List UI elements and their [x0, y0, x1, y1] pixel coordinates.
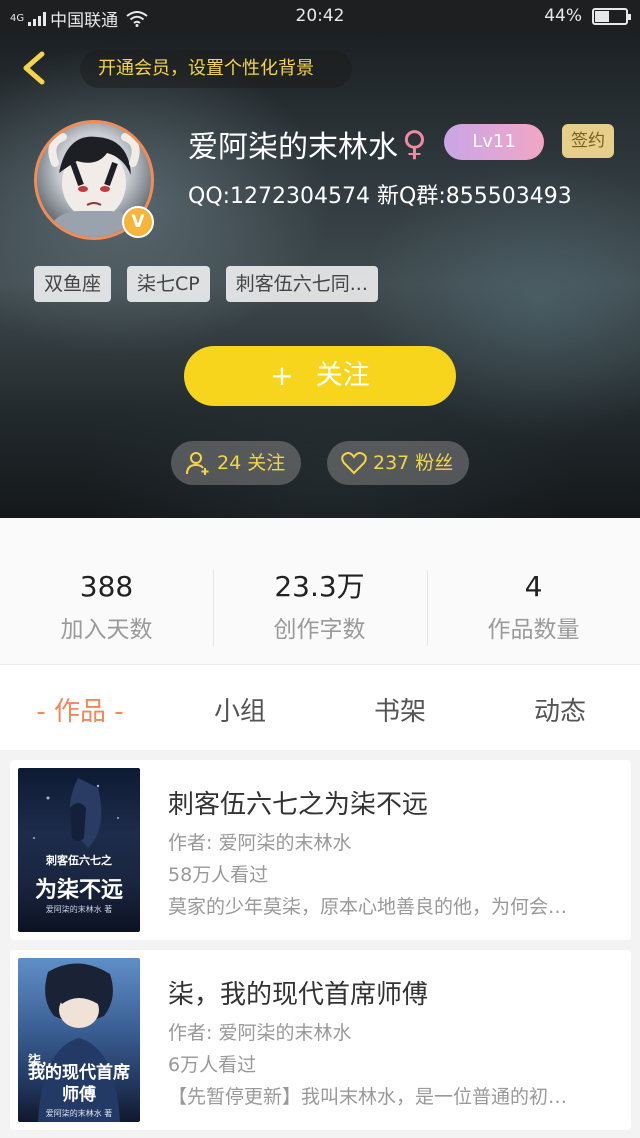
tab-groups[interactable]: 小组 — [160, 691, 320, 728]
following-count: 24 关注 — [217, 452, 286, 474]
battery-fill — [595, 10, 610, 22]
follow-label: 关注 — [315, 360, 370, 391]
cover-subtitle: 刺客伍六七之 — [46, 854, 112, 867]
following-button[interactable]: 24 关注 — [171, 441, 301, 485]
status-bar: 4G 中国联通 20:42 44% — [0, 0, 640, 32]
cover-title: 为柒不远 — [34, 877, 123, 903]
stat-label: 作品数量 — [487, 617, 580, 643]
tag-item[interactable]: 刺客伍六七同... — [225, 266, 378, 302]
user-add-icon — [186, 452, 209, 475]
stat-word-count: 23.3万 创作字数 — [213, 570, 426, 644]
fans-button[interactable]: 237 粉丝 — [327, 441, 469, 485]
book-card[interactable]: 柒， 我的现代首席师傅 爱阿柒的末林水 著 柒，我的现代首席师傅 作者: 爱阿柒… — [10, 950, 631, 1130]
qq-info: QQ:1272304574 新Q群:855503493 — [188, 184, 572, 209]
profile-header: 4G 中国联通 20:42 44% 开通会员，设置个性化背景 V 爱阿柒的末林水… — [0, 0, 640, 518]
stat-value: 388 — [79, 570, 134, 603]
book-list: 刺客伍六七之 为柒不远 爱阿柒的末林水 著 刺客伍六七之为柒不远 作者: 爱阿柒… — [0, 750, 640, 1138]
stat-value: 23.3万 — [274, 570, 365, 603]
level-badge: Lv11 — [444, 124, 544, 160]
battery-icon — [592, 7, 631, 25]
username-row: 爱阿柒的末林水 ♀ — [188, 122, 427, 166]
vip-banner[interactable]: 开通会员，设置个性化背景 — [80, 50, 352, 88]
book-card[interactable]: 刺客伍六七之 为柒不远 爱阿柒的末林水 著 刺客伍六七之为柒不远 作者: 爱阿柒… — [10, 760, 631, 940]
follow-button[interactable]: + 关注 — [184, 346, 456, 406]
female-icon: ♀ — [402, 124, 427, 164]
fans-count: 237 粉丝 — [373, 452, 454, 474]
book-author: 作者: 爱阿柒的末林水 — [168, 832, 352, 854]
stat-label: 创作字数 — [273, 617, 366, 643]
tab-works[interactable]: - 作品 - — [0, 691, 160, 728]
book-description: 莫家的少年莫柒，原本心地善良的他，为何会… — [168, 896, 568, 918]
stats-row: 388 加入天数 23.3万 创作字数 4 作品数量 — [0, 518, 640, 664]
stat-label: 加入天数 — [60, 617, 153, 643]
stat-value: 4 — [524, 570, 543, 603]
status-right: 44% — [544, 6, 631, 26]
book-title: 柒，我的现代首席师傅 — [168, 980, 429, 1010]
cover-title: 我的现代首席师傅 — [28, 1063, 130, 1105]
back-button[interactable] — [14, 48, 54, 88]
cover-author: 爱阿柒的末林水 著 — [45, 905, 113, 914]
heart-icon — [341, 452, 367, 475]
tab-activity[interactable]: 动态 — [480, 691, 640, 728]
book-author: 作者: 爱阿柒的末林水 — [168, 1022, 352, 1044]
book-title: 刺客伍六七之为柒不远 — [168, 790, 429, 820]
stat-works-count: 4 作品数量 — [427, 570, 640, 644]
book-views: 58万人看过 — [168, 864, 269, 886]
back-arrow-icon — [23, 51, 45, 85]
tag-item[interactable]: 柒七CP — [127, 266, 210, 302]
username: 爱阿柒的末林水 — [188, 130, 398, 165]
book-cover: 刺客伍六七之 为柒不远 爱阿柒的末林水 著 — [18, 768, 140, 932]
book-description: 【先暂停更新】我叫末林水，是一位普通的初… — [168, 1086, 568, 1108]
book-views: 6万人看过 — [168, 1054, 257, 1076]
verified-badge-icon: V — [122, 206, 154, 238]
tag-item[interactable]: 双鱼座 — [34, 266, 112, 302]
book-cover: 柒， 我的现代首席师傅 爱阿柒的末林水 著 — [18, 958, 140, 1122]
cover-author: 爱阿柒的末林水 著 — [45, 1109, 113, 1118]
plus-icon: + — [270, 359, 294, 392]
stat-join-days: 388 加入天数 — [0, 570, 213, 644]
battery-percent: 44% — [544, 6, 582, 26]
tag-list: 双鱼座 柒七CP 刺客伍六七同... — [34, 266, 378, 302]
signed-badge: 签约 — [562, 124, 614, 158]
avatar[interactable]: V — [34, 120, 154, 240]
tab-bar: - 作品 - 小组 书架 动态 — [0, 664, 640, 750]
tab-bookshelf[interactable]: 书架 — [320, 691, 480, 728]
